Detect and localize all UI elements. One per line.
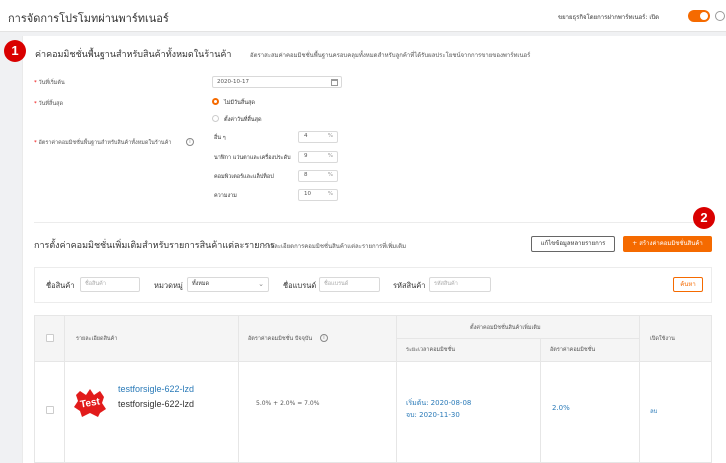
end-option-none-radio[interactable]: [212, 98, 219, 105]
col-header-add-rate: อัตราค่าคอมมิชชั่น: [550, 347, 596, 353]
section-divider: [34, 222, 712, 223]
end-date-label: * วันที่สิ้นสุด: [34, 101, 64, 107]
page-title: การจัดการโปรโมทผ่านพาร์ทเนอร์: [8, 12, 169, 25]
base-commission-title: ค่าคอมมิชชั่นพื้นฐานสำหรับสินค้าทั้งหมดใ…: [35, 50, 232, 60]
base-rate-label: * อัตราค่าคอมมิชชั่นพื้นฐานสำหรับสินค้าท…: [34, 140, 172, 146]
sku-filter-label: รหัสสินค้า: [393, 281, 426, 290]
product-link[interactable]: testforsigle-622-lzd: [118, 384, 194, 394]
search-button[interactable]: ค้นหา: [673, 277, 703, 292]
brand-input[interactable]: ชื่อแบรนด์: [319, 277, 380, 292]
row-checkbox[interactable]: [46, 406, 54, 414]
item-commission-hint: รายละเอียดการคอมมิชชั่นสินค้าแต่ละรายการ…: [264, 243, 407, 250]
rate-label-others: อื่น ๆ: [214, 135, 226, 141]
product-name-input[interactable]: ชื่อสินค้า: [80, 277, 140, 292]
current-rate-formula: 5.0% + 2.0% = 7.0%: [256, 400, 320, 407]
end-option-date-label: ตั้งค่าวันที่สิ้นสุด: [224, 117, 262, 123]
rate-input-computers[interactable]: 8%: [298, 170, 338, 182]
col-header-additional: ตั้งค่าคอมมิชชั่นสินค้าเพิ่มเติม: [470, 325, 541, 331]
end-option-none-label: ไม่มีวันสิ้นสุด: [224, 100, 255, 106]
base-commission-hint: อัตราสะสมค่าคอมมิชชั่นพื้นฐานครอบคลุมทั้…: [250, 52, 531, 59]
col-divider: [64, 316, 65, 463]
col-header-product: รายละเอียดสินค้า: [76, 336, 118, 342]
select-all-checkbox[interactable]: [46, 334, 54, 342]
rate-input-beauty[interactable]: 10%: [298, 189, 338, 201]
rate-label-watches: นาฬิกา แว่นตาและเครื่องประดับ: [214, 155, 291, 161]
start-date-label: * วันที่เริ่มต้น: [34, 80, 65, 86]
info-icon[interactable]: i: [320, 334, 328, 342]
end-option-date-radio[interactable]: [212, 115, 219, 122]
table-subheader-border: [396, 338, 639, 339]
sku-input[interactable]: รหัสสินค้า: [429, 277, 491, 292]
rate-label-computers: คอมพิวเตอร์และแล็ปท็อป: [214, 174, 274, 180]
item-commission-title: การตั้งค่าคอมมิชชั่นเพิ่มเติมสำหรับรายกา…: [34, 241, 275, 251]
col-divider: [639, 316, 640, 463]
help-icon[interactable]: [715, 11, 725, 21]
product-image[interactable]: Test: [72, 385, 108, 421]
category-filter-label: หมวดหมู่: [154, 281, 183, 290]
create-commission-button[interactable]: + สร้างค่าคอมมิชชั่นสินค้า: [623, 236, 712, 252]
partner-toggle[interactable]: [688, 10, 710, 22]
step-badge-2: 2: [693, 207, 715, 229]
period-end: จบ: 2020-11-30: [406, 411, 460, 419]
chevron-down-icon: ⌄: [258, 280, 264, 288]
delete-link[interactable]: ลบ: [650, 406, 658, 416]
rate-input-others[interactable]: 4%: [298, 131, 338, 143]
product-name-filter-label: ชื่อสินค้า: [46, 281, 75, 290]
table-header-border: [35, 361, 711, 362]
additional-rate: 2.0%: [552, 404, 570, 412]
info-icon[interactable]: i: [186, 138, 194, 146]
rate-input-watches[interactable]: 9%: [298, 151, 338, 163]
bulk-edit-button[interactable]: แก้ไขข้อมูลหลายรายการ: [531, 236, 615, 252]
col-header-period: ระยะเวลาคอมมิชชั่น: [406, 347, 455, 353]
period-start: เริ่มต้น: 2020-08-08: [406, 399, 472, 407]
rate-label-beauty: ความงาม: [214, 193, 237, 199]
category-select[interactable]: ทั้งหมด ⌄: [187, 277, 269, 292]
brand-filter-label: ชื่อแบรนด์: [283, 281, 317, 290]
col-header-rate: อัตราค่าคอมมิชชั่น ปัจจุบัน: [248, 336, 313, 342]
col-divider: [540, 338, 541, 463]
product-name: testforsigle-622-lzd: [118, 399, 195, 409]
step-badge-1: 1: [4, 40, 26, 62]
col-divider: [238, 316, 239, 463]
col-divider: [396, 316, 397, 463]
calendar-icon[interactable]: [331, 79, 338, 86]
col-header-action: เปิดใช้งาน: [650, 336, 675, 342]
partner-toggle-label: ขยายธุรกิจโดยการฝากพาร์ทเนอร์: เปิด: [558, 14, 660, 21]
start-date-input[interactable]: 2020-10-17: [212, 76, 342, 88]
